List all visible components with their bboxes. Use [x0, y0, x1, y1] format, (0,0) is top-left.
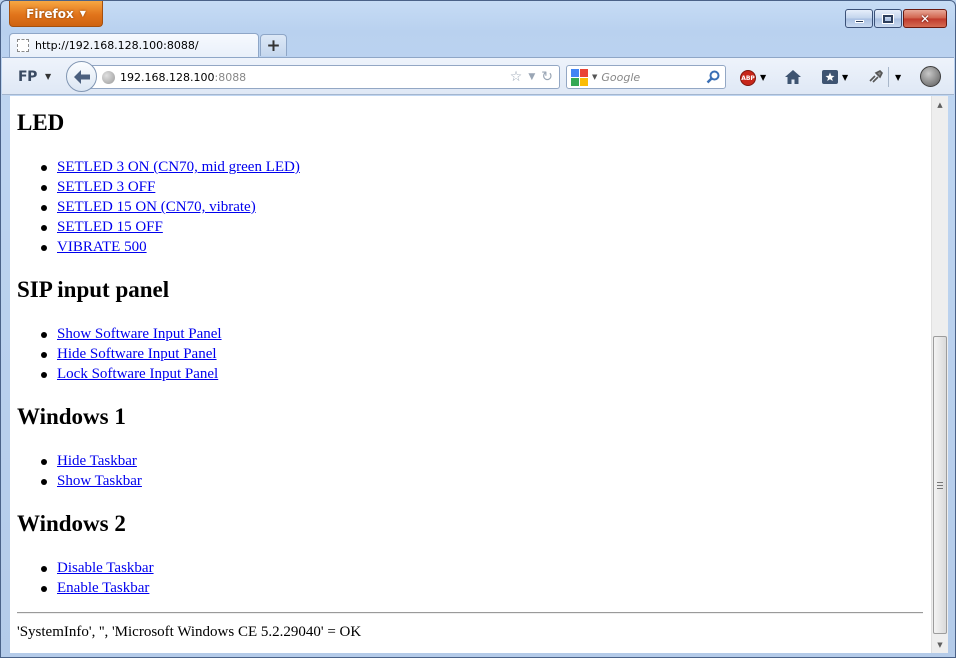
windows-1-links-list: Hide Taskbar Show Taskbar — [41, 451, 142, 491]
vibrate-500-link[interactable]: VIBRATE 500 — [57, 239, 147, 255]
divider — [17, 612, 923, 614]
fp-toolbar-button[interactable]: FP — [18, 69, 37, 85]
maximize-icon — [882, 13, 894, 24]
scroll-down-icon[interactable]: ▼ — [932, 636, 948, 653]
scrollbar-thumb[interactable] — [933, 336, 947, 634]
show-sip-link[interactable]: Show Software Input Panel — [57, 326, 222, 342]
close-icon: ✕ — [919, 11, 931, 26]
search-input[interactable]: Google — [601, 71, 702, 84]
led-links-list: SETLED 3 ON (CN70, mid green LED) SETLED… — [41, 157, 300, 257]
close-button[interactable]: ✕ — [903, 9, 947, 28]
new-tab-icon: + — [266, 35, 281, 56]
list-item: Show Taskbar — [41, 471, 142, 491]
extension-icon[interactable] — [868, 69, 884, 85]
setled-15-on-link[interactable]: SETLED 15 ON (CN70, vibrate) — [57, 199, 256, 215]
browser-window: Firefox ▼ ✕ http://192.168.128.100:8088/… — [0, 0, 956, 658]
back-button[interactable] — [66, 61, 97, 92]
url-host: 192.168.128.100 — [120, 70, 215, 84]
list-item: Hide Software Input Panel — [41, 344, 222, 364]
firefox-menu-label: Firefox — [26, 6, 74, 21]
section-heading-windows-2: Windows 2 — [17, 511, 126, 536]
maximize-button[interactable] — [874, 9, 902, 28]
address-bar[interactable]: 192.168.128.100:8088 ☆ ▼ ↻ — [88, 65, 560, 89]
sip-links-list: Show Software Input Panel Hide Software … — [41, 324, 222, 384]
new-tab-button[interactable]: + — [260, 34, 287, 56]
setled-15-off-link[interactable]: SETLED 15 OFF — [57, 219, 163, 235]
search-icon[interactable] — [706, 70, 720, 84]
list-item: Disable Taskbar — [41, 558, 154, 578]
list-item: SETLED 3 OFF — [41, 177, 300, 197]
section-heading-led: LED — [17, 110, 65, 135]
adblock-label: ABP — [741, 74, 755, 82]
enable-taskbar-link[interactable]: Enable Taskbar — [57, 580, 149, 596]
bookmarks-icon[interactable] — [821, 69, 839, 85]
back-arrow-icon — [73, 69, 90, 84]
section-heading-sip: SIP input panel — [17, 277, 170, 302]
status-message: 'SystemInfo', '', 'Microsoft Windows CE … — [17, 624, 362, 640]
section-heading-windows-1: Windows 1 — [17, 404, 126, 429]
adblock-icon[interactable]: ABP — [740, 70, 756, 86]
minimize-icon — [854, 20, 864, 23]
addon-icon[interactable] — [920, 66, 941, 87]
window-controls: ✕ — [845, 9, 947, 28]
grip-icon — [937, 481, 943, 489]
chevron-down-icon[interactable]: ▼ — [528, 72, 535, 82]
list-item: Lock Software Input Panel — [41, 364, 222, 384]
tab-title: http://192.168.128.100:8088/ — [35, 39, 199, 52]
setled-3-on-link[interactable]: SETLED 3 ON (CN70, mid green LED) — [57, 159, 300, 175]
chevron-down-icon: ▼ — [79, 9, 86, 18]
setled-3-off-link[interactable]: SETLED 3 OFF — [57, 179, 155, 195]
firefox-menu-button[interactable]: Firefox ▼ — [9, 1, 103, 27]
chevron-down-icon[interactable]: ▼ — [842, 73, 848, 82]
chevron-down-icon[interactable]: ▼ — [760, 73, 766, 82]
chevron-down-icon[interactable]: ▼ — [592, 73, 597, 81]
navigation-toolbar: FP ▼ 192.168.128.100:8088 ☆ ▼ ↻ ▼ Google — [2, 57, 954, 95]
star-icon[interactable]: ☆ — [510, 69, 523, 85]
list-item: Hide Taskbar — [41, 451, 142, 471]
reload-icon[interactable]: ↻ — [541, 69, 553, 85]
toolbar-separator — [888, 67, 889, 87]
home-icon[interactable] — [784, 69, 802, 85]
list-item: SETLED 3 ON (CN70, mid green LED) — [41, 157, 300, 177]
hide-taskbar-link[interactable]: Hide Taskbar — [57, 453, 137, 469]
globe-icon — [102, 70, 115, 84]
chevron-down-icon[interactable]: ▼ — [45, 72, 51, 81]
page-icon — [17, 39, 29, 52]
url-text: 192.168.128.100:8088 — [120, 71, 246, 84]
list-item: SETLED 15 ON (CN70, vibrate) — [41, 197, 300, 217]
search-bar[interactable]: ▼ Google — [566, 65, 726, 89]
google-icon[interactable] — [571, 68, 588, 86]
list-item: VIBRATE 500 — [41, 237, 300, 257]
list-item: SETLED 15 OFF — [41, 217, 300, 237]
list-item: Show Software Input Panel — [41, 324, 222, 344]
page-content: LED SETLED 3 ON (CN70, mid green LED) SE… — [10, 96, 931, 653]
scroll-up-icon[interactable]: ▲ — [932, 96, 948, 113]
vertical-scrollbar[interactable]: ▲ ▼ — [931, 96, 948, 653]
url-port: :8088 — [214, 70, 247, 84]
chevron-down-icon[interactable]: ▼ — [895, 73, 901, 82]
disable-taskbar-link[interactable]: Disable Taskbar — [57, 560, 154, 576]
hide-sip-link[interactable]: Hide Software Input Panel — [57, 346, 217, 362]
list-item: Enable Taskbar — [41, 578, 154, 598]
lock-sip-link[interactable]: Lock Software Input Panel — [57, 366, 218, 382]
url-actions: ☆ ▼ ↻ — [510, 69, 553, 85]
minimize-button[interactable] — [845, 9, 873, 28]
windows-2-links-list: Disable Taskbar Enable Taskbar — [41, 558, 154, 598]
tab-active[interactable]: http://192.168.128.100:8088/ — [9, 33, 259, 57]
show-taskbar-link[interactable]: Show Taskbar — [57, 473, 142, 489]
